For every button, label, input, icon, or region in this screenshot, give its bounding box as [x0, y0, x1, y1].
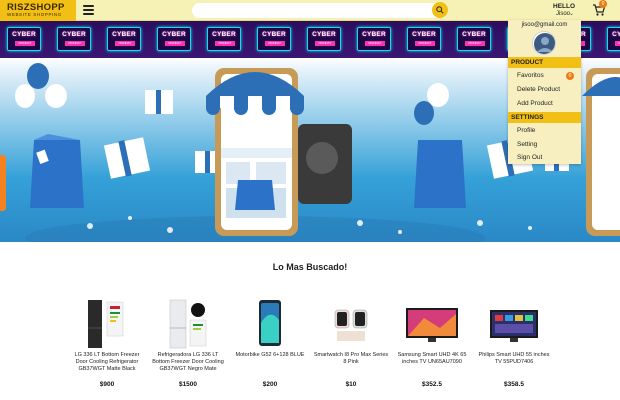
cyber-label: CYBER	[12, 31, 36, 38]
monday-label: MONDAY	[415, 41, 435, 46]
product-price: $900	[99, 381, 115, 388]
logo-tagline: WEBSITE SHOPPING	[7, 12, 62, 17]
cyber-label: CYBER	[112, 31, 136, 38]
cyber-label: CYBER	[62, 31, 86, 38]
top-header: RISZSHOPP WEBSITE SHOPPING HELLO Jisoo ⌄…	[0, 0, 620, 21]
cyber-label: CYBER	[212, 31, 236, 38]
cyber-monday-tile: CYBER MONDAY	[207, 27, 241, 51]
product-name[interactable]: Refrigeradora LG 336 LT Bottom Freezer D…	[150, 352, 226, 373]
cyber-monday-tile: CYBER MONDAY	[607, 27, 620, 51]
product-image[interactable]	[476, 298, 552, 350]
cyber-monday-tile: CYBER MONDAY	[157, 27, 191, 51]
cyber-label: CYBER	[362, 31, 386, 38]
product-price: $10	[345, 381, 357, 388]
product-price: $352.5	[422, 381, 442, 388]
greeting-label: HELLO	[553, 3, 576, 10]
menu-item-delete-product[interactable]: Delete Product	[517, 86, 560, 93]
menu-item-favorites[interactable]: Favoritos	[517, 72, 544, 79]
monday-label: MONDAY	[215, 41, 235, 46]
monday-label: MONDAY	[465, 41, 485, 46]
product-image[interactable]	[313, 298, 389, 350]
settings-section-header: SETTINGS	[508, 112, 581, 123]
search-button[interactable]	[432, 2, 448, 18]
monday-label: MONDAY	[315, 41, 335, 46]
menu-item-setting[interactable]: Setting	[517, 141, 537, 148]
section-title: Lo Mas Buscado!	[272, 262, 348, 272]
product-price: $200	[262, 381, 278, 388]
product-name[interactable]: Philips Smart UHD 55 inches TV 55PUD7406	[476, 352, 552, 366]
cyber-label: CYBER	[162, 31, 186, 38]
cyber-monday-tile: CYBER MONDAY	[457, 27, 491, 51]
user-avatar-icon[interactable]	[532, 31, 556, 55]
username-label[interactable]: Jisoo	[556, 11, 570, 17]
cyber-monday-tile: CYBER MONDAY	[357, 27, 391, 51]
monday-label: MONDAY	[115, 41, 135, 46]
menu-item-sign-out[interactable]: Sign Out	[517, 154, 542, 161]
cyber-monday-tile: CYBER MONDAY	[307, 27, 341, 51]
user-dropdown-menu: jisoo@gmail.com PRODUCT Favoritos Delete…	[508, 20, 581, 164]
side-orange-tab[interactable]	[0, 155, 6, 211]
cyber-monday-tile: CYBER MONDAY	[407, 27, 441, 51]
product-card[interactable]: Refrigeradora LG 336 LT Bottom Freezer D…	[150, 298, 226, 398]
cyber-monday-tile: CYBER MONDAY	[7, 27, 41, 51]
monday-label: MONDAY	[265, 41, 285, 46]
product-card[interactable]: Philips Smart UHD 55 inches TV 55PUD7406…	[476, 298, 552, 398]
product-card[interactable]: LG 336 LT Bottom Freezer Door Cooling Re…	[69, 298, 145, 398]
monday-label: MONDAY	[365, 41, 385, 46]
product-name[interactable]: Motorbike G52 6+128 BLUE	[232, 352, 308, 359]
favorites-count-badge: 0	[566, 72, 574, 80]
product-image[interactable]	[232, 298, 308, 350]
monday-label: MONDAY	[15, 41, 35, 46]
cyber-monday-tile: CYBER MONDAY	[107, 27, 141, 51]
cyber-label: CYBER	[312, 31, 336, 38]
user-email: jisoo@gmail.com	[521, 22, 568, 28]
product-section-header: PRODUCT	[508, 57, 581, 68]
chevron-down-icon[interactable]: ⌄	[569, 10, 574, 17]
cyber-monday-tile: CYBER MONDAY	[257, 27, 291, 51]
product-card[interactable]: Motorbike G52 6+128 BLUE $200	[232, 298, 308, 398]
product-price: $1500	[178, 381, 198, 388]
product-price: $358.5	[504, 381, 524, 388]
menu-item-add-product[interactable]: Add Product	[517, 100, 553, 107]
cyber-monday-tile: CYBER MONDAY	[57, 27, 91, 51]
product-name[interactable]: LG 336 LT Bottom Freezer Door Cooling Re…	[69, 352, 145, 373]
menu-item-profile[interactable]: Profile	[517, 127, 535, 134]
cyber-label: CYBER	[412, 31, 436, 38]
site-logo[interactable]: RISZSHOPP WEBSITE SHOPPING	[0, 0, 76, 21]
monday-label: MONDAY	[65, 41, 85, 46]
hamburger-icon[interactable]	[83, 5, 94, 15]
search-icon	[436, 6, 444, 14]
page: RISZSHOPP WEBSITE SHOPPING HELLO Jisoo ⌄…	[0, 0, 620, 400]
cyber-label: CYBER	[612, 31, 620, 38]
cyber-label: CYBER	[462, 31, 486, 38]
product-name[interactable]: Smartwatch I8 Pro Max Series 8 Pink	[313, 352, 389, 366]
cart-count-badge: 0	[599, 0, 607, 8]
product-card[interactable]: Smartwatch I8 Pro Max Series 8 Pink $10	[313, 298, 389, 398]
cyber-label: CYBER	[262, 31, 286, 38]
product-name[interactable]: Samsung Smart UHD 4K 65 inches TV UN65AU…	[394, 352, 470, 366]
search-input[interactable]	[192, 3, 448, 18]
monday-label: MONDAY	[615, 41, 620, 46]
product-image[interactable]	[394, 298, 470, 350]
product-card[interactable]: Samsung Smart UHD 4K 65 inches TV UN65AU…	[394, 298, 470, 398]
product-image[interactable]	[69, 298, 145, 350]
monday-label: MONDAY	[165, 41, 185, 46]
product-image[interactable]	[150, 298, 226, 350]
